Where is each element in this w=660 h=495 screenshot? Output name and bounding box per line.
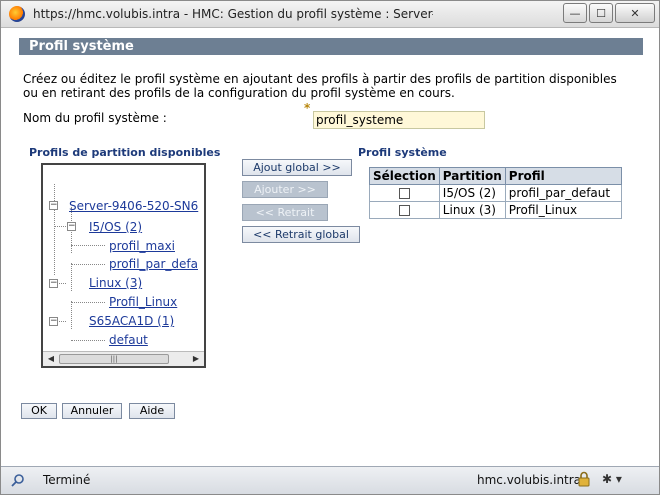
- selected-profiles-table: Sélection Partition Profil I5/OS (2) pro…: [369, 167, 622, 219]
- partition-tree[interactable]: − Server-9406-520-SN6 − I5/OS (2) profil…: [41, 163, 206, 368]
- minimize-icon: —: [569, 6, 581, 20]
- tree-node-i5os[interactable]: I5/OS (2): [89, 220, 142, 234]
- dialog-content: Profil système Créez ou éditez le profil…: [1, 28, 659, 466]
- column-header-partition[interactable]: Partition: [438, 167, 506, 185]
- remove-all-button[interactable]: << Retrait global: [242, 226, 360, 243]
- row-select-checkbox[interactable]: [398, 188, 410, 199]
- tree-horizontal-scrollbar[interactable]: ◀ ||| ▶: [43, 351, 204, 366]
- column-header-selection[interactable]: Sélection: [369, 167, 440, 185]
- maximize-button[interactable]: ☐: [589, 3, 613, 23]
- collapse-server-toggle[interactable]: −: [49, 201, 58, 210]
- available-profiles-label: Profils de partition disponibles: [29, 146, 221, 159]
- search-icon: [11, 474, 24, 487]
- scroll-thumb[interactable]: |||: [59, 354, 169, 364]
- required-marker: *: [304, 101, 311, 115]
- profile-name-input[interactable]: [313, 111, 485, 129]
- cancel-button[interactable]: Annuler: [62, 403, 122, 419]
- title-bar: https://hmc.volubis.intra - HMC: Gestion…: [1, 1, 659, 28]
- status-bar: Terminé hmc.volubis.intra ✱ ▾: [1, 466, 659, 494]
- security-menu-icon[interactable]: ✱ ▾: [602, 472, 622, 486]
- add-button[interactable]: Ajouter >>: [242, 181, 328, 198]
- help-button[interactable]: Aide: [129, 403, 175, 419]
- lock-icon[interactable]: [577, 471, 591, 487]
- system-profile-label: Profil système: [358, 146, 447, 159]
- table-row: Linux (3) Profil_Linux: [369, 201, 622, 219]
- status-host: hmc.volubis.intra: [477, 473, 582, 487]
- tree-node-s65aca1d[interactable]: S65ACA1D (1): [89, 314, 174, 328]
- tree-leaf-profil-maxi[interactable]: profil_maxi: [109, 239, 175, 253]
- row-profile: Profil_Linux: [504, 201, 622, 219]
- tree-node-linux[interactable]: Linux (3): [89, 276, 142, 290]
- table-header-row: Sélection Partition Profil: [369, 167, 622, 185]
- close-button[interactable]: ✕: [615, 3, 655, 23]
- row-select-checkbox[interactable]: [398, 205, 410, 216]
- window-title: https://hmc.volubis.intra - HMC: Gestion…: [33, 7, 433, 21]
- scroll-right-icon[interactable]: ▶: [189, 353, 203, 365]
- firefox-icon: [9, 6, 25, 22]
- minimize-button[interactable]: —: [563, 3, 587, 23]
- collapse-linux-toggle[interactable]: −: [49, 279, 58, 288]
- page-title: Profil système: [19, 38, 643, 55]
- row-profile: profil_par_defaut: [504, 184, 622, 202]
- column-header-profile[interactable]: Profil: [504, 167, 622, 185]
- status-text: Terminé: [43, 473, 91, 487]
- close-icon: ✕: [630, 6, 640, 20]
- row-partition: I5/OS (2): [438, 184, 506, 202]
- table-row: I5/OS (2) profil_par_defaut: [369, 184, 622, 202]
- tree-leaf-profil-par-defa[interactable]: profil_par_defa: [109, 257, 198, 271]
- collapse-i5os-toggle[interactable]: −: [67, 222, 76, 231]
- row-partition: Linux (3): [438, 201, 506, 219]
- intro-text: Créez ou éditez le profil système en ajo…: [23, 72, 617, 100]
- ok-button[interactable]: OK: [21, 403, 57, 419]
- maximize-icon: ☐: [596, 6, 606, 20]
- tree-node-server[interactable]: Server-9406-520-SN6: [69, 199, 198, 213]
- tree-leaf-defaut[interactable]: defaut: [109, 333, 148, 347]
- remove-button[interactable]: << Retrait: [242, 204, 328, 221]
- add-all-button[interactable]: Ajout global >>: [242, 159, 352, 176]
- collapse-s65aca1d-toggle[interactable]: −: [49, 317, 58, 326]
- scroll-left-icon[interactable]: ◀: [44, 353, 58, 365]
- profile-name-label: Nom du profil système :: [23, 111, 167, 125]
- browser-window: https://hmc.volubis.intra - HMC: Gestion…: [0, 0, 660, 495]
- tree-leaf-profil-linux[interactable]: Profil_Linux: [109, 295, 177, 309]
